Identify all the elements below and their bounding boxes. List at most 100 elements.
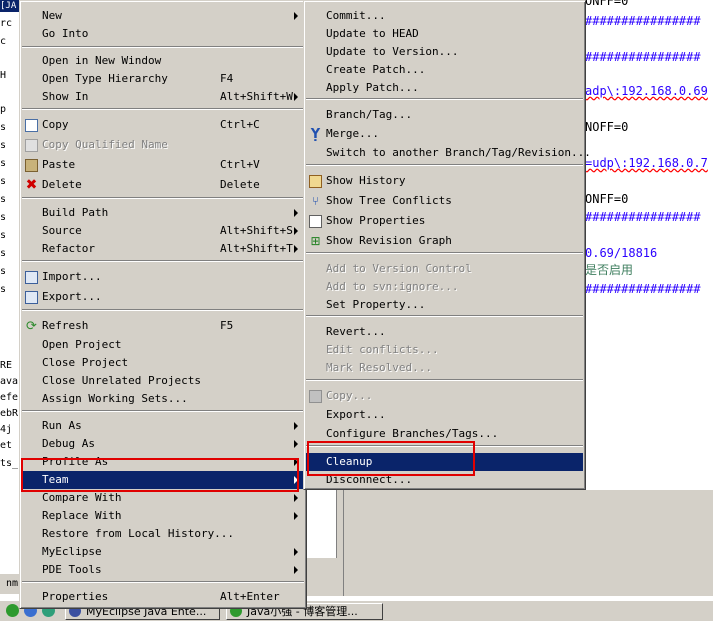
explorer-row-label[interactable]: s bbox=[0, 212, 20, 224]
context-menu-item-pde-tools[interactable]: PDE Tools bbox=[22, 561, 304, 579]
menu-separator bbox=[22, 581, 304, 583]
menu-item-label: Open Project bbox=[42, 338, 122, 351]
context-menu-item-delete[interactable]: ✖ Delete Delete bbox=[22, 176, 304, 194]
explorer-row-label[interactable]: ava bbox=[0, 376, 20, 388]
explorer-row-label[interactable]: s bbox=[0, 158, 20, 170]
team-menu-item-switch-to-another-branch-tag-revision[interactable]: Switch to another Branch/Tag/Revision... bbox=[306, 144, 591, 162]
menu-item-label: Cleanup bbox=[326, 455, 373, 468]
explorer-row-label[interactable] bbox=[0, 86, 20, 98]
submenu-arrow-icon bbox=[294, 209, 298, 217]
explorer-row-label[interactable] bbox=[0, 52, 20, 64]
explorer-row-label[interactable]: RE bbox=[0, 360, 20, 372]
context-menu-item-copy[interactable]: Copy Ctrl+C bbox=[22, 116, 304, 134]
menu-separator bbox=[306, 315, 583, 317]
context-menu-item-export[interactable]: Export... bbox=[22, 288, 304, 306]
explorer-row-label[interactable]: 4j bbox=[0, 424, 20, 436]
team-menu-item-update-to-version[interactable]: Update to Version... bbox=[306, 43, 583, 61]
context-menu-item-build-path[interactable]: Build Path bbox=[22, 204, 304, 222]
explorer-row-label[interactable]: ts_ bbox=[0, 458, 20, 470]
menu-separator bbox=[306, 252, 583, 254]
context-menu-item-assign-working-sets[interactable]: Assign Working Sets... bbox=[22, 390, 304, 408]
explorer-row-label[interactable]: rc bbox=[0, 18, 20, 30]
team-menu-item-show-tree-conflicts[interactable]: ⑂ Show Tree Conflicts bbox=[306, 192, 583, 210]
explorer-row-label[interactable]: s bbox=[0, 266, 20, 278]
submenu-arrow-icon bbox=[294, 93, 298, 101]
menu-item-label: Export... bbox=[42, 290, 102, 303]
explorer-row-label[interactable]: s bbox=[0, 248, 20, 260]
context-menu-item-restore-from-local-history[interactable]: Restore from Local History... bbox=[22, 525, 304, 543]
explorer-row-label[interactable]: s bbox=[0, 176, 20, 188]
menu-item-label: Run As bbox=[42, 419, 82, 432]
explorer-row-label[interactable]: et bbox=[0, 440, 20, 452]
context-menu-item-refactor[interactable]: Refactor Alt+Shift+T bbox=[22, 240, 304, 258]
context-menu-item-show-in[interactable]: Show In Alt+Shift+W bbox=[22, 88, 304, 106]
team-menu-item-revert[interactable]: Revert... bbox=[306, 323, 583, 341]
context-menu-item-close-unrelated-projects[interactable]: Close Unrelated Projects bbox=[22, 372, 304, 390]
context-menu-item-refresh[interactable]: ⟳ Refresh F5 bbox=[22, 317, 304, 335]
explorer-row-label[interactable]: s bbox=[0, 122, 20, 134]
context-menu-item-team[interactable]: Team bbox=[22, 471, 304, 489]
context-menu-item-debug-as[interactable]: Debug As bbox=[22, 435, 304, 453]
explorer-row-label[interactable]: ebR bbox=[0, 408, 20, 420]
context-menu-item-profile-as[interactable]: Profile As bbox=[22, 453, 304, 471]
package-explorer-strip: [JA rc c Hp s s s s s s s s s s RE ava efe ebR 4j et ts_ bbox=[0, 0, 20, 600]
context-menu-item-replace-with[interactable]: Replace With bbox=[22, 507, 304, 525]
menu-item-label: Disconnect... bbox=[326, 473, 413, 486]
context-menu-item-open-type-hierarchy[interactable]: Open Type Hierarchy F4 bbox=[22, 70, 304, 88]
menu-item-label: Build Path bbox=[42, 206, 109, 219]
team-menu-item-mark-resolved: Mark Resolved... bbox=[306, 359, 583, 377]
explorer-row-label[interactable]: efe bbox=[0, 392, 20, 404]
menu-item-label: Close Project bbox=[42, 356, 129, 369]
menu-item-label: Copy... bbox=[326, 389, 373, 402]
context-menu-item-import[interactable]: Import... bbox=[22, 268, 304, 286]
context-menu-item-open-project[interactable]: Open Project bbox=[22, 336, 304, 354]
import-icon bbox=[25, 271, 38, 284]
menu-separator bbox=[22, 108, 304, 110]
context-menu-item-new[interactable]: New bbox=[22, 7, 304, 25]
ie-icon[interactable] bbox=[6, 604, 19, 617]
context-menu-item-go-into[interactable]: Go Into bbox=[22, 25, 304, 43]
team-menu-item-merge[interactable]: Ỵ Merge... bbox=[306, 125, 583, 143]
menu-item-shortcut: Alt+Shift+S bbox=[220, 224, 293, 237]
code-editor[interactable]: ONFF=0 ################ ################ ad… bbox=[585, 0, 713, 490]
team-menu-item-export[interactable]: Export... bbox=[306, 406, 583, 424]
explorer-row-label[interactable]: p bbox=[0, 104, 20, 116]
context-menu-item-open-in-new-window[interactable]: Open in New Window bbox=[22, 52, 304, 70]
context-menu-item-close-project[interactable]: Close Project bbox=[22, 354, 304, 372]
explorer-row-label[interactable]: s bbox=[0, 230, 20, 242]
explorer-row-label[interactable]: s bbox=[0, 284, 20, 296]
explorer-row-label[interactable]: c bbox=[0, 36, 20, 48]
explorer-row-label[interactable]: s bbox=[0, 140, 20, 152]
submenu-arrow-icon bbox=[294, 12, 298, 20]
editor-line: NOFF=0 bbox=[585, 120, 629, 134]
menu-item-label: Properties bbox=[42, 590, 109, 603]
team-menu-item-branch-tag[interactable]: Branch/Tag... bbox=[306, 106, 583, 124]
package-explorer-tab[interactable]: [JA bbox=[0, 0, 20, 12]
context-menu-item-run-as[interactable]: Run As bbox=[22, 417, 304, 435]
explorer-row-label[interactable]: s bbox=[0, 194, 20, 206]
context-menu-item-source[interactable]: Source Alt+Shift+S bbox=[22, 222, 304, 240]
team-menu-item-configure-branches-tags[interactable]: Configure Branches/Tags... bbox=[306, 425, 583, 443]
team-menu-item-create-patch[interactable]: Create Patch... bbox=[306, 61, 583, 79]
submenu-arrow-icon bbox=[294, 476, 298, 484]
team-menu-item-set-property[interactable]: Set Property... bbox=[306, 296, 583, 314]
context-menu-item-paste[interactable]: Paste Ctrl+V bbox=[22, 156, 304, 174]
team-menu-item-show-properties[interactable]: Show Properties bbox=[306, 212, 583, 230]
menu-item-label: Go Into bbox=[42, 27, 89, 40]
menu-separator bbox=[306, 98, 583, 100]
context-menu-item-compare-with[interactable]: Compare With bbox=[22, 489, 304, 507]
team-menu-item-update-to-head[interactable]: Update to HEAD bbox=[306, 25, 583, 43]
team-menu-item-show-history[interactable]: Show History bbox=[306, 172, 583, 190]
menu-item-label: Apply Patch... bbox=[326, 81, 419, 94]
team-menu-item-apply-patch[interactable]: Apply Patch... bbox=[306, 79, 583, 97]
menu-item-label: Refresh bbox=[42, 319, 89, 332]
team-menu-item-cleanup[interactable]: Cleanup bbox=[306, 453, 583, 471]
team-menu-item-disconnect[interactable]: Disconnect... bbox=[306, 471, 583, 489]
team-menu-item-commit[interactable]: Commit... bbox=[306, 7, 583, 25]
menu-item-label: Show Properties bbox=[326, 214, 426, 227]
explorer-row-label[interactable]: H bbox=[0, 70, 20, 82]
context-menu-item-properties[interactable]: Properties Alt+Enter bbox=[22, 588, 304, 606]
editor-line: adp\:192.168.0.69 bbox=[585, 84, 708, 98]
team-menu-item-show-revision-graph[interactable]: ⊞ Show Revision Graph bbox=[306, 232, 583, 250]
context-menu-item-myeclipse[interactable]: MyEclipse bbox=[22, 543, 304, 561]
